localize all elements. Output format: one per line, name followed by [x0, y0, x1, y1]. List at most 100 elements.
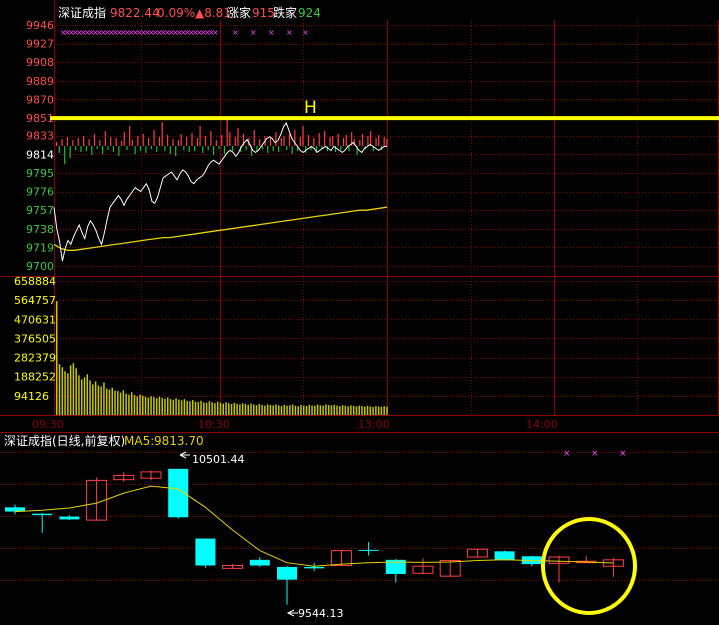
volume-bar — [339, 406, 341, 415]
breadth-bar — [324, 131, 326, 147]
volume-bar — [203, 402, 205, 415]
price-tick-label: 9776 — [26, 186, 54, 199]
breadth-bar — [153, 130, 155, 147]
volume-bar — [230, 404, 233, 415]
price-tick-label: 9833 — [26, 130, 54, 143]
volume-axis: 658884 564757 470631 376505 282379 188252 9412… — [14, 275, 56, 403]
quote-header: 深证成指 9822.44 0.09% ▲8.81 涨家 915 跌家 924 — [58, 5, 321, 20]
breadth-bar — [359, 140, 361, 147]
breadth-bar — [167, 135, 169, 147]
breadth-bar — [172, 139, 174, 147]
breadth-bar — [183, 146, 185, 151]
volume-bar — [250, 403, 252, 415]
volume-bar — [355, 406, 358, 415]
advancers-count: 915 — [252, 6, 275, 20]
time-tick-label: 09:30 — [32, 418, 64, 431]
price-tick-label: 9889 — [26, 75, 54, 88]
candle-body — [32, 513, 53, 516]
high-value-label: 10501.44 — [192, 453, 245, 466]
volume-bar — [122, 390, 125, 415]
volume-bar — [211, 402, 213, 415]
signal-marker: × — [212, 28, 219, 37]
breadth-bar — [204, 136, 207, 147]
volume-bar — [269, 405, 272, 415]
breadth-bar — [164, 146, 166, 152]
volume-bar — [214, 403, 216, 415]
change-points: ▲8.81 — [195, 6, 231, 20]
volume-bar — [366, 405, 369, 415]
volume-tick-label: 376505 — [14, 332, 56, 345]
volume-bar — [291, 404, 294, 415]
breadth-bar — [378, 135, 380, 147]
volume-bar — [258, 404, 261, 415]
breadth-bar — [340, 146, 342, 151]
volume-bar — [139, 394, 141, 415]
breadth-bar — [61, 139, 63, 147]
breadth-bar — [329, 137, 331, 147]
breadth-bar — [77, 138, 79, 147]
time-tick-label: 10:30 — [198, 418, 230, 431]
volume-bar — [255, 405, 258, 415]
volume-bar — [75, 368, 77, 415]
volume-bar — [111, 387, 113, 415]
breadth-bar — [161, 122, 163, 147]
breadth-bar — [185, 137, 188, 147]
breadth-bar — [215, 140, 217, 147]
volume-bar — [175, 398, 177, 415]
breadth-bar — [213, 146, 215, 156]
daily-signal-marker: × — [619, 449, 627, 459]
candle-body — [494, 551, 515, 560]
volume-bar — [164, 398, 166, 415]
price-tick-label: 9870 — [26, 93, 54, 106]
volume-bar — [330, 405, 333, 415]
breadth-bar — [234, 137, 236, 147]
breadth-bar — [342, 138, 345, 147]
breadth-bar — [256, 146, 258, 152]
volume-bar — [386, 406, 388, 415]
volume-bar — [239, 404, 241, 415]
breadth-bar — [64, 146, 66, 165]
breadth-bar — [278, 146, 280, 153]
breadth-bar — [253, 130, 255, 147]
candle-body — [304, 566, 325, 569]
volume-bar — [228, 403, 230, 415]
breadth-bar — [313, 138, 315, 147]
breadth-bar — [58, 146, 60, 154]
daily-signal-marker: × — [591, 449, 599, 459]
breadth-bar — [269, 137, 272, 147]
breadth-bar — [318, 133, 320, 147]
candle-body — [249, 559, 270, 566]
signal-marker: × — [250, 28, 257, 37]
decliners-label: 跌家 — [273, 5, 297, 20]
volume-bar — [219, 402, 222, 415]
breadth-bar — [207, 146, 209, 151]
daily-chart-title: 深证成指(日线,前复权) — [4, 433, 125, 448]
volume-bar — [336, 405, 338, 415]
volume-bar — [383, 406, 385, 415]
breadth-bar — [85, 146, 87, 152]
breadth-bar — [131, 140, 134, 147]
breadth-bar — [288, 134, 291, 147]
breadth-bar — [267, 146, 269, 154]
breadth-bar — [72, 140, 74, 147]
price-tick-label: 9719 — [26, 241, 54, 254]
volume-bar — [133, 395, 136, 415]
breadth-bar — [283, 136, 285, 147]
volume-bar — [92, 384, 94, 415]
breadth-bar — [169, 146, 171, 155]
breadth-bar — [177, 140, 180, 147]
breadth-bar — [134, 146, 136, 155]
breadth-bar — [145, 146, 147, 154]
breadth-bar — [139, 146, 142, 152]
breadth-bar — [226, 120, 228, 147]
price-tick-label: 9814 — [26, 148, 54, 161]
volume-bar — [100, 386, 102, 415]
candle-body — [358, 549, 379, 551]
daily-signal-marker: × — [563, 449, 571, 459]
breadth-bar — [210, 131, 212, 147]
candle-body — [59, 516, 80, 520]
volume-bar — [294, 405, 297, 415]
volume-tick-label: 282379 — [14, 352, 56, 365]
breadth-bar — [286, 146, 288, 151]
volume-bar — [208, 401, 211, 415]
